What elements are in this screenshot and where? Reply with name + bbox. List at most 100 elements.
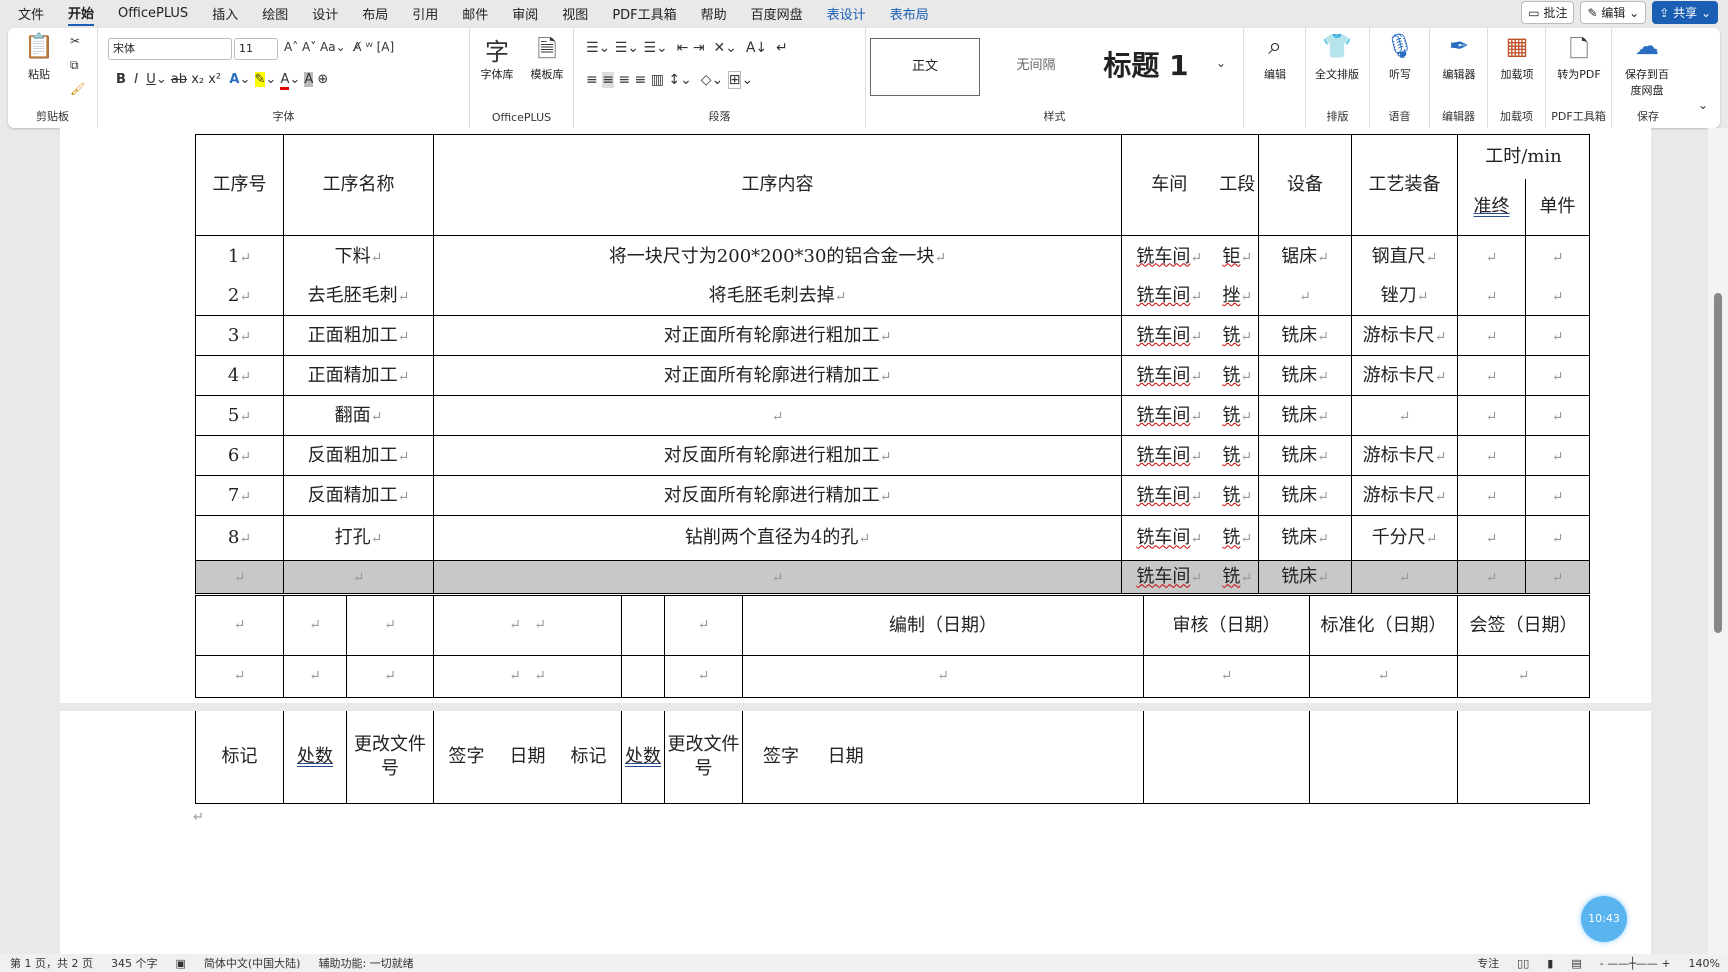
cell-equipment[interactable]: 铣床↵ (1258, 395, 1352, 436)
cell-unit[interactable]: ↵ (1524, 355, 1591, 396)
tab-layout[interactable]: 布局 (362, 2, 388, 25)
cell-prep[interactable]: ↵ (1457, 475, 1526, 516)
cell-section[interactable]: 铣↵ (1216, 315, 1259, 356)
cell-no[interactable]: 4↵ (195, 355, 284, 396)
cell-tooling[interactable]: ↵ (1351, 395, 1458, 436)
list-icons[interactable]: ☰⌄ ☰⌄ ☰⌄ ⇤ ⇥ ✕⌄ A↓ ↵ (586, 40, 788, 56)
cell-prep[interactable]: ↵ (1457, 560, 1526, 594)
tab-pdf[interactable]: PDF工具箱 (612, 2, 676, 25)
cell-tooling[interactable]: ↵ (1351, 560, 1458, 594)
focus-button[interactable]: 专注 (1477, 955, 1499, 971)
font-size-controls[interactable]: A˄ A˅ Aa⌄ A̸ ᵂ [A] (284, 40, 394, 54)
copy-icon[interactable]: ⧉ (70, 58, 79, 73)
tab-file[interactable]: 文件 (18, 2, 44, 25)
cell-name[interactable]: 反面精加工↵ (283, 475, 434, 516)
font-format-icons[interactable]: B I U⌄ ab x₂ x² A⌄ ✎⌄ A⌄ A ⊕ (116, 72, 328, 90)
language[interactable]: 简体中文(中国大陆) (204, 955, 301, 971)
edit-mode-button[interactable]: ✎ 编辑 ⌄ (1580, 1, 1647, 24)
tab-home[interactable]: 开始 (68, 1, 95, 26)
cell-unit[interactable]: ↵ (1524, 315, 1591, 356)
tab-officeplus[interactable]: OfficePLUS (118, 4, 188, 23)
accessibility-status[interactable]: 辅助功能: 一切就绪 (318, 955, 413, 971)
cell-tooling[interactable]: 游标卡尺↵ (1351, 355, 1458, 396)
cell-name[interactable]: 正面精加工↵ (283, 355, 434, 396)
tab-mailings[interactable]: 邮件 (462, 2, 488, 25)
cell-prep[interactable]: ↵ (1457, 276, 1526, 316)
style-heading-1[interactable]: 标题 1 (1086, 38, 1206, 96)
tab-table-layout[interactable]: 表布局 (890, 2, 929, 25)
cell-unit[interactable]: ↵ (1524, 560, 1591, 594)
cell-content[interactable]: 将毛胚毛刺去掉↵ (433, 276, 1122, 316)
style-normal[interactable]: 正文 (870, 38, 980, 96)
find-edit-button[interactable]: ⌕ 编辑 (1250, 32, 1300, 82)
tab-draw[interactable]: 绘图 (262, 2, 288, 25)
cell-equipment[interactable]: ↵ (1258, 276, 1352, 316)
share-button[interactable]: ⇪ 共享 ⌄ (1652, 1, 1718, 24)
tab-references[interactable]: 引用 (412, 2, 438, 25)
cell-no[interactable]: ↵ (195, 560, 284, 594)
cell-prep[interactable]: ↵ (1457, 515, 1526, 561)
cell-unit[interactable]: ↵ (1524, 475, 1591, 516)
cell-no[interactable]: 5↵ (195, 395, 284, 436)
vertical-scrollbar[interactable] (1708, 128, 1728, 954)
scrollbar-thumb[interactable] (1714, 293, 1722, 633)
tab-baidu[interactable]: 百度网盘 (751, 2, 803, 25)
cell-workshop[interactable]: 铣车间↵ (1121, 475, 1217, 516)
word-count[interactable]: 345 个字 (111, 955, 158, 971)
cell-content[interactable]: 钻削两个直径为4的孔↵ (433, 515, 1122, 561)
cell-prep[interactable]: ↵ (1457, 395, 1526, 436)
cell-equipment[interactable]: 铣床↵ (1258, 560, 1352, 594)
cell-unit[interactable]: ↵ (1524, 435, 1591, 476)
cell-name[interactable]: ↵ (283, 560, 434, 594)
cell-equipment[interactable]: 锯床↵ (1258, 235, 1352, 277)
cell-equipment[interactable]: 铣床↵ (1258, 315, 1352, 356)
cell-tooling[interactable]: 钢直尺↵ (1351, 235, 1458, 277)
cell-equipment[interactable]: 铣床↵ (1258, 475, 1352, 516)
proofing-icon[interactable]: ▣ (175, 957, 185, 970)
cell-tooling[interactable]: 锉刀↵ (1351, 276, 1458, 316)
cell-workshop[interactable]: 铣车间↵ (1121, 435, 1217, 476)
cell-section[interactable]: 铣↵ (1216, 560, 1259, 594)
cell-prep[interactable]: ↵ (1457, 315, 1526, 356)
cell-name[interactable]: 去毛胚毛刺↵ (283, 276, 434, 316)
font-name-select[interactable]: 宋体 (108, 38, 232, 60)
cell-workshop[interactable]: 铣车间↵ (1121, 395, 1217, 436)
cell-content[interactable]: ↵ (433, 560, 1122, 594)
cell-name[interactable]: 打孔↵ (283, 515, 434, 561)
styles-more-icon[interactable]: ⌄ (1216, 56, 1226, 70)
editor-button[interactable]: ✒ 编辑器 (1434, 32, 1484, 82)
collapse-ribbon-icon[interactable]: ⌄ (1698, 98, 1708, 112)
cell-section[interactable]: 钜↵ (1216, 235, 1259, 277)
cell-unit[interactable]: ↵ (1524, 276, 1591, 316)
cell-prep[interactable]: ↵ (1457, 435, 1526, 476)
cell-section[interactable]: 铣↵ (1216, 475, 1259, 516)
cell-content[interactable]: 对正面所有轮廓进行粗加工↵ (433, 315, 1122, 356)
style-no-spacing[interactable]: 无间隔 (986, 38, 1086, 96)
cell-name[interactable]: 下料↵ (283, 235, 434, 277)
comment-button[interactable]: ▭ 批注 (1521, 1, 1575, 24)
tab-view[interactable]: 视图 (562, 2, 588, 25)
format-painter-icon[interactable]: 🖌 (70, 82, 85, 96)
cell-equipment[interactable]: 铣床↵ (1258, 355, 1352, 396)
zoom-slider[interactable]: - ——┼—— + (1600, 957, 1671, 970)
cell-section[interactable]: 挫↵ (1216, 276, 1259, 316)
addins-button[interactable]: ▦ 加载项 (1492, 32, 1542, 82)
dictate-button[interactable]: 🎙 听写 (1375, 32, 1425, 82)
cell-name[interactable]: 反面粗加工↵ (283, 435, 434, 476)
cell-section[interactable]: 铣↵ (1216, 355, 1259, 396)
read-mode-icon[interactable]: ▯▯ (1517, 957, 1529, 970)
cell-tooling[interactable]: 千分尺↵ (1351, 515, 1458, 561)
tab-table-design[interactable]: 表设计 (827, 2, 866, 25)
cell-unit[interactable]: ↵ (1524, 235, 1591, 277)
full-layout-button[interactable]: 👕 全文排版 (1312, 32, 1362, 82)
cell-workshop[interactable]: 铣车间↵ (1121, 355, 1217, 396)
cell-unit[interactable]: ↵ (1524, 395, 1591, 436)
font-library-button[interactable]: 字字体库 (472, 32, 522, 82)
zoom-level[interactable]: 140% (1689, 957, 1720, 970)
cell-no[interactable]: 7↵ (195, 475, 284, 516)
floating-clock[interactable]: 10:43 (1581, 896, 1627, 942)
cell-section[interactable]: 铣↵ (1216, 435, 1259, 476)
cell-section[interactable]: 铣↵ (1216, 395, 1259, 436)
tab-design[interactable]: 设计 (312, 2, 338, 25)
cut-icon[interactable]: ✂ (70, 34, 80, 48)
